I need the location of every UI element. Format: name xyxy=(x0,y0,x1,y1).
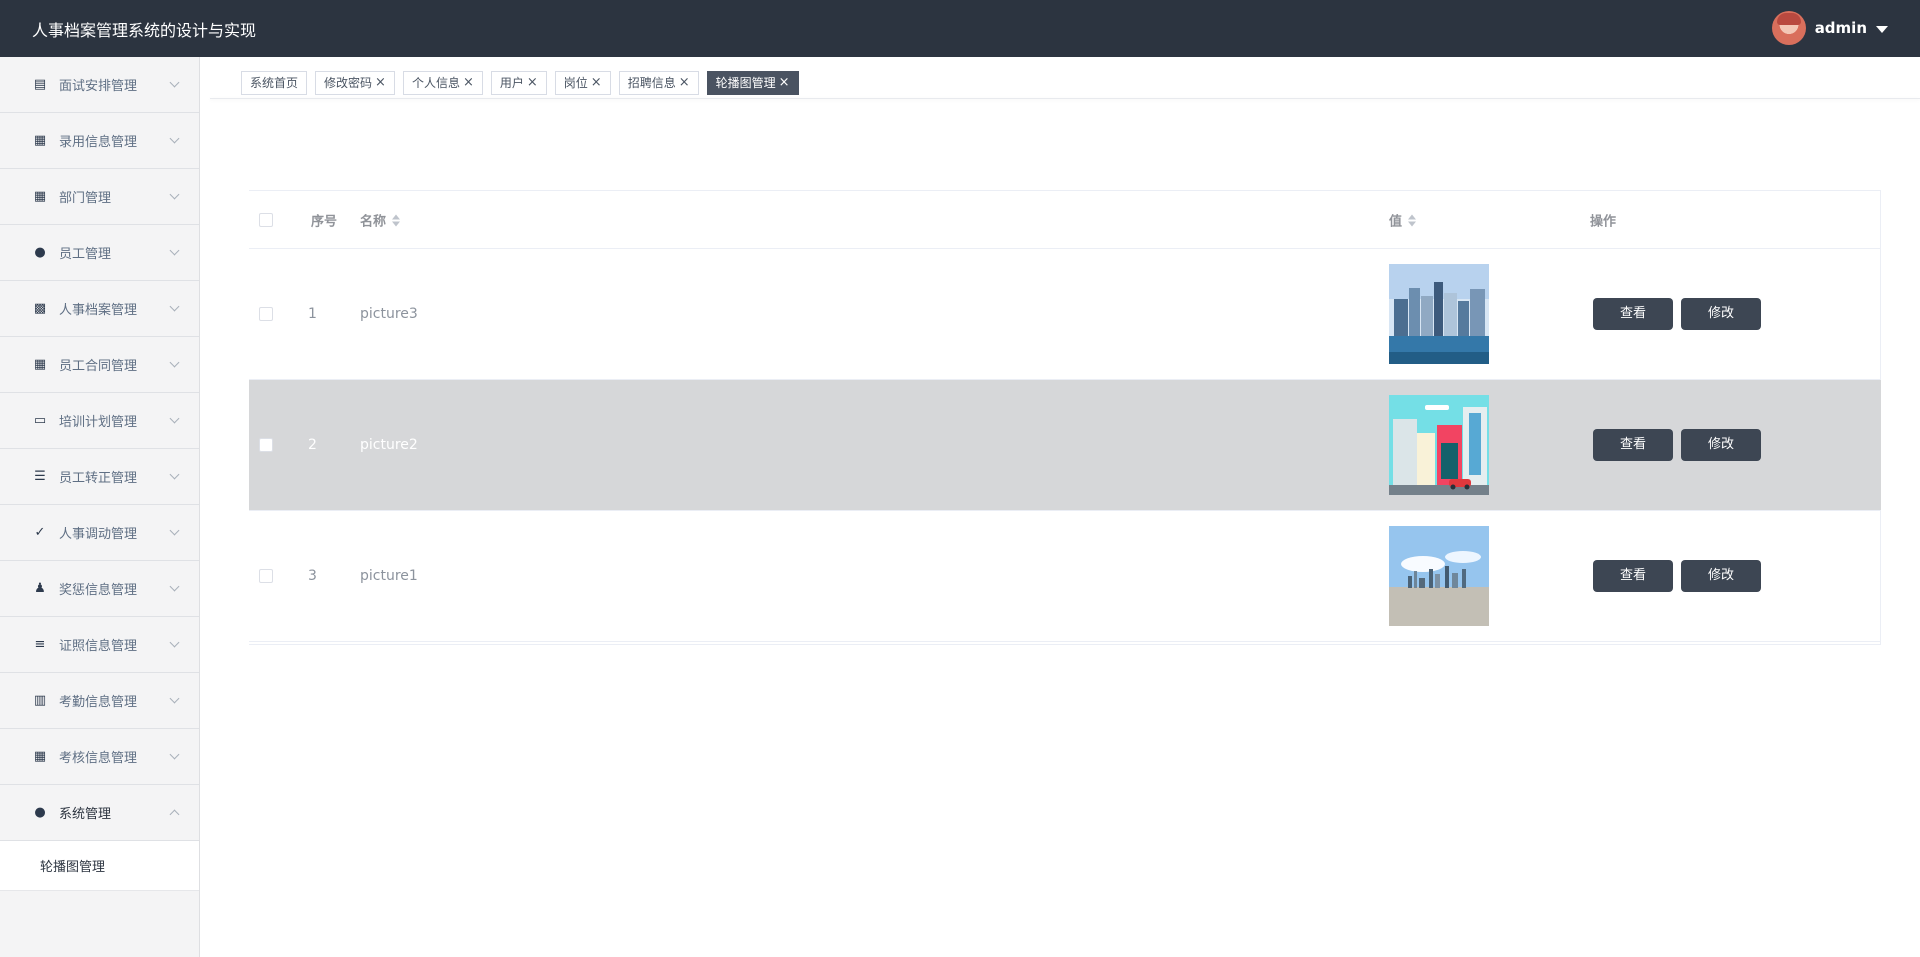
row-checkbox[interactable] xyxy=(259,569,273,583)
sidebar-item-employee[interactable]: ● 员工管理 xyxy=(0,225,199,281)
close-icon[interactable]: × xyxy=(527,72,538,94)
menu-icon: ≡ xyxy=(34,636,46,652)
tab-bar-divider xyxy=(210,98,1920,99)
edit-button[interactable]: 修改 xyxy=(1681,298,1761,330)
sidebar-menu: ▤ 面试安排管理 ▦ 录用信息管理 ▦ 部门管理 ● 员工管理 ▩ 人事档案管理 ▦ 员工合… xyxy=(0,57,200,957)
table-row: 2 picture2 查看 修改 xyxy=(249,380,1881,511)
actions-column-header: 操作 xyxy=(1590,214,1617,229)
row-name: picture2 xyxy=(360,437,418,453)
apps-icon: ▩ xyxy=(33,300,47,316)
tab-bar: 系统首页 修改密码 × 个人信息 × 用户 × 岗位 × 招聘信息 × 轮播图管理 × xyxy=(241,71,799,95)
name-column-header[interactable]: 名称 xyxy=(360,210,402,229)
person-icon: ● xyxy=(34,804,46,820)
row-index: 1 xyxy=(308,306,317,322)
tab-carousel-management[interactable]: 轮播图管理 × xyxy=(706,71,799,95)
grid-icon: ▦ xyxy=(33,748,47,764)
view-button[interactable]: 查看 xyxy=(1593,429,1673,461)
list-icon: ☰ xyxy=(34,468,46,484)
close-icon[interactable]: × xyxy=(779,72,790,94)
close-icon[interactable]: × xyxy=(591,72,602,94)
chevron-down-icon xyxy=(169,525,180,536)
close-icon[interactable]: × xyxy=(375,72,386,94)
row-index: 3 xyxy=(308,568,317,584)
chevron-down-icon xyxy=(169,637,180,648)
chevron-down-icon xyxy=(169,357,180,368)
sidebar-item-system-management[interactable]: ● 系统管理 xyxy=(0,785,199,841)
select-all-checkbox[interactable] xyxy=(259,212,273,227)
chevron-down-icon xyxy=(169,301,180,312)
monitor-icon: ▭ xyxy=(33,412,47,428)
city-horizon-photo[interactable] xyxy=(1389,526,1489,626)
value-column-header[interactable]: 值 xyxy=(1389,210,1418,229)
chevron-down-icon xyxy=(169,133,180,144)
edit-button[interactable]: 修改 xyxy=(1681,429,1761,461)
sort-icon[interactable] xyxy=(392,214,402,229)
row-name: picture1 xyxy=(360,568,418,584)
row-name: picture3 xyxy=(360,306,418,322)
sidebar-item-interview-arrangement[interactable]: ▤ 面试安排管理 xyxy=(0,57,199,113)
username[interactable]: admin xyxy=(1815,19,1867,37)
edit-button[interactable]: 修改 xyxy=(1681,560,1761,592)
table-row: 1 picture3 查看 修改 xyxy=(249,249,1881,380)
chevron-down-icon xyxy=(169,77,180,88)
checklist-icon: ✓ xyxy=(34,524,46,540)
sidebar-item-attendance[interactable]: ▥ 考勤信息管理 xyxy=(0,673,199,729)
tab-home[interactable]: 系统首页 xyxy=(241,71,308,95)
chevron-up-icon xyxy=(169,809,180,820)
tab-position[interactable]: 岗位 × xyxy=(554,71,611,95)
sidebar-item-department[interactable]: ▦ 部门管理 xyxy=(0,169,199,225)
tab-user[interactable]: 用户 × xyxy=(490,71,547,95)
view-button[interactable]: 查看 xyxy=(1593,298,1673,330)
sidebar-item-reward-punishment[interactable]: ♟ 奖惩信息管理 xyxy=(0,561,199,617)
table-row: 3 picture1 查看 修改 xyxy=(249,511,1881,642)
grid-icon: ▦ xyxy=(33,356,47,372)
chevron-down-icon xyxy=(169,749,180,760)
table-header: 序号 名称 值 操作 xyxy=(249,191,1881,249)
chevron-down-icon xyxy=(169,693,180,704)
sidebar-item-regularization[interactable]: ☰ 员工转正管理 xyxy=(0,449,199,505)
sort-icon[interactable] xyxy=(1408,214,1418,229)
sidebar-item-personnel-archive[interactable]: ▩ 人事档案管理 xyxy=(0,281,199,337)
chevron-down-icon xyxy=(169,469,180,480)
dropdown-caret-icon[interactable] xyxy=(1876,25,1888,33)
view-button[interactable]: 查看 xyxy=(1593,560,1673,592)
tab-recruitment-info[interactable]: 招聘信息 × xyxy=(618,71,699,95)
top-navigation-bar: 人事档案管理系统的设计与实现 admin xyxy=(0,0,1920,57)
carousel-table: 序号 名称 值 操作 1 picture3 查看 修改 2 picture2 查… xyxy=(249,190,1881,645)
balloon-icon: ● xyxy=(34,244,46,260)
sidebar-item-assessment[interactable]: ▦ 考核信息管理 xyxy=(0,729,199,785)
sidebar-item-certificate[interactable]: ≡ 证照信息管理 xyxy=(0,617,199,673)
grid-icon: ▦ xyxy=(33,188,47,204)
sidebar-item-employment-info[interactable]: ▦ 录用信息管理 xyxy=(0,113,199,169)
chevron-down-icon xyxy=(169,245,180,256)
chevron-down-icon xyxy=(169,413,180,424)
close-icon[interactable]: × xyxy=(679,72,690,94)
sidebar-item-transfer[interactable]: ✓ 人事调动管理 xyxy=(0,505,199,561)
user-icon: ♟ xyxy=(34,580,46,596)
close-icon[interactable]: × xyxy=(463,72,474,94)
app-title: 人事档案管理系统的设计与实现 xyxy=(32,21,257,40)
row-checkbox[interactable] xyxy=(259,307,273,321)
city-skyline-photo[interactable] xyxy=(1389,264,1489,364)
user-menu[interactable]: admin xyxy=(1771,11,1888,45)
tab-change-password[interactable]: 修改密码 × xyxy=(315,71,395,95)
row-checkbox[interactable] xyxy=(259,438,273,452)
tab-personal-info[interactable]: 个人信息 × xyxy=(402,71,483,95)
grid-icon: ▦ xyxy=(33,132,47,148)
clipboard-icon: ▤ xyxy=(33,76,47,92)
index-column-header: 序号 xyxy=(311,214,338,229)
sidebar-item-training-plan[interactable]: ▭ 培训计划管理 xyxy=(0,393,199,449)
row-index: 2 xyxy=(308,437,317,453)
cartoon-city-illustration[interactable] xyxy=(1389,395,1489,495)
sidebar-item-contract[interactable]: ▦ 员工合同管理 xyxy=(0,337,199,393)
chevron-down-icon xyxy=(169,189,180,200)
bar-chart-icon: ▥ xyxy=(33,692,47,708)
sidebar-subitem-carousel-management[interactable]: 轮播图管理 xyxy=(0,841,199,891)
chevron-down-icon xyxy=(169,581,180,592)
avatar[interactable] xyxy=(1771,11,1806,45)
